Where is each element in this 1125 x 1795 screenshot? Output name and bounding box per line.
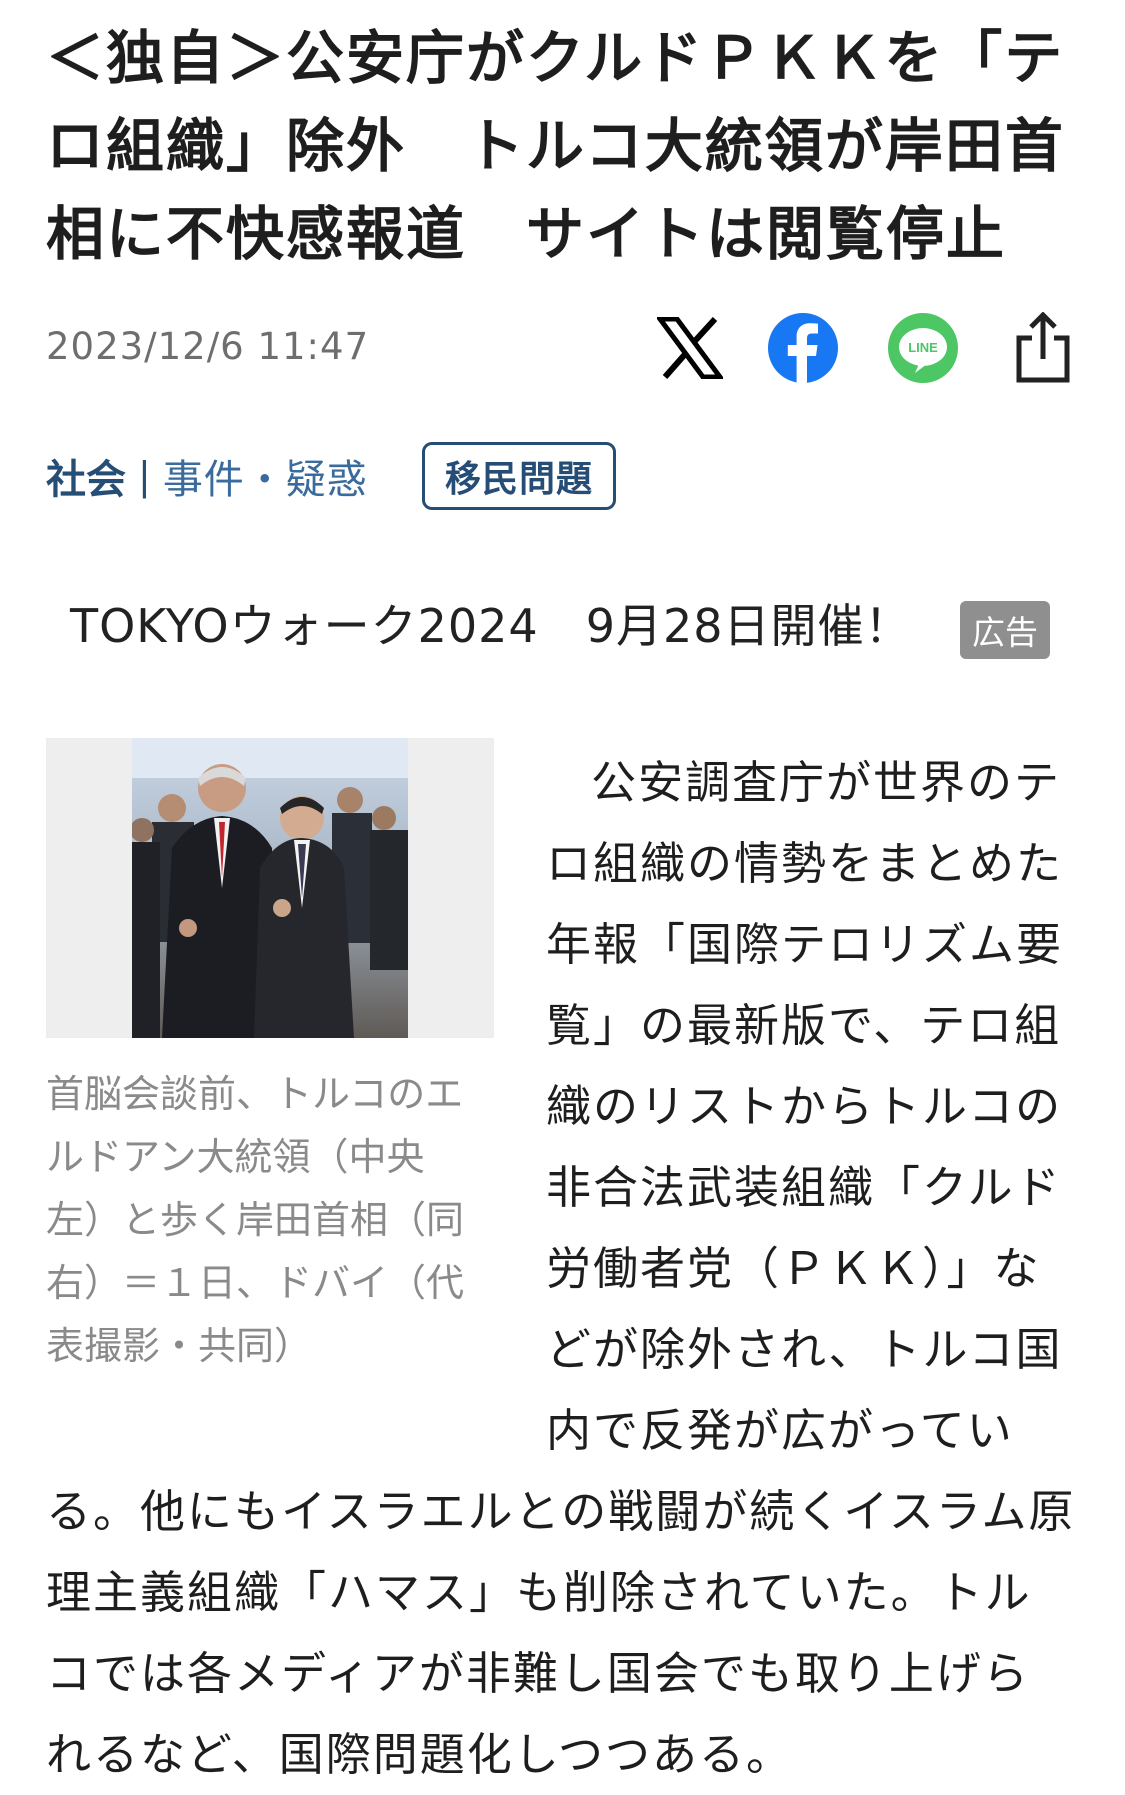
figure-wrap-space [46,742,546,1444]
tag-immigration-button[interactable]: 移民問題 [422,442,616,510]
category-link-society[interactable]: 社会 [46,447,126,505]
category-separator: | [138,454,151,498]
share-export-button[interactable] [1005,310,1081,386]
ad-link[interactable]: TOKYOウォーク2024 9月28日開催！ [70,595,912,657]
category-link-incidents[interactable]: 事件・疑惑 [163,447,368,505]
share-bar: LINE [0,310,1125,390]
article-body: 公安調査庁が世界のテロ組織の情勢をまとめた年報「国際テロリズム要覧」の最新版で、… [46,742,1076,1795]
line-icon-label: LINE [908,340,938,355]
share-facebook-button[interactable] [765,310,841,386]
x-icon [657,317,723,379]
ad-badge: 広告 [960,601,1050,659]
article-headline: ＜独自＞公安庁がクルドＰＫＫを「テロ組織」除外 トルコ大統領が岸田首相に不快感報… [46,24,1065,268]
ad-banner: TOKYOウォーク2024 9月28日開催！ 広告 [0,595,1125,675]
line-icon: LINE [888,313,958,383]
share-line-button[interactable]: LINE [885,310,961,386]
share-x-button[interactable] [652,310,728,386]
facebook-icon [768,313,838,384]
share-icon [1016,312,1070,383]
category-breadcrumb: 社会 | 事件・疑惑 [46,440,368,512]
